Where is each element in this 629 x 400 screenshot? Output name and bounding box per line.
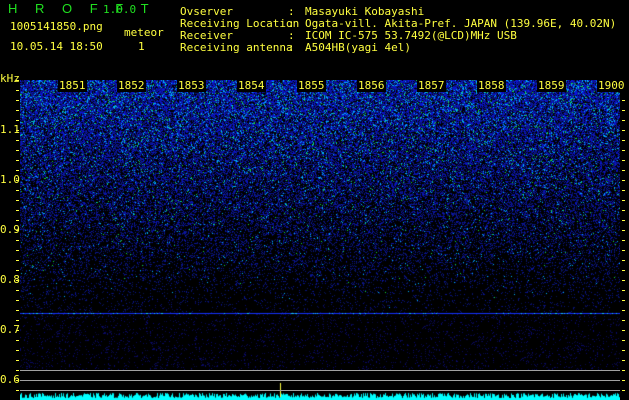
time-label: 1859	[537, 79, 566, 92]
axis-tick	[16, 310, 19, 311]
axis-tick	[16, 190, 19, 191]
axis-tick	[16, 340, 19, 341]
axis-tick	[16, 170, 19, 171]
axis-tick	[622, 150, 625, 151]
axis-tick	[622, 230, 625, 231]
axis-tick	[622, 300, 625, 301]
axis-tick	[16, 130, 19, 131]
axis-tick	[16, 290, 19, 291]
axis-tick	[16, 110, 19, 111]
axis-tick	[622, 340, 625, 341]
meteor-count: 1	[138, 40, 145, 53]
axis-tick	[16, 270, 19, 271]
axis-tick	[16, 210, 19, 211]
axis-tick	[16, 330, 19, 331]
axis-tick	[16, 140, 19, 141]
axis-tick	[16, 390, 19, 391]
axis-tick	[622, 130, 625, 131]
axis-tick	[16, 150, 19, 151]
axis-tick	[622, 380, 625, 381]
grid-line	[20, 370, 620, 371]
axis-tick	[16, 260, 19, 261]
axis-tick	[622, 310, 625, 311]
axis-tick	[16, 350, 19, 351]
axis-tick	[16, 120, 19, 121]
axis-tick	[16, 80, 19, 81]
axis-tick	[622, 240, 625, 241]
axis-tick	[622, 100, 625, 101]
time-label: 1854	[237, 79, 266, 92]
axis-tick	[16, 300, 19, 301]
axis-tick	[622, 170, 625, 171]
axis-tick	[16, 230, 19, 231]
file-name: 1005141850.png	[10, 20, 103, 33]
axis-tick	[622, 280, 625, 281]
axis-tick	[622, 140, 625, 141]
time-label: 1858	[477, 79, 506, 92]
axis-tick	[622, 330, 625, 331]
axis-tick	[16, 320, 19, 321]
axis-tick	[622, 200, 625, 201]
axis-tick	[622, 160, 625, 161]
axis-tick	[622, 190, 625, 191]
time-label: 1857	[417, 79, 446, 92]
axis-tick	[16, 240, 19, 241]
axis-tick	[16, 220, 19, 221]
axis-tick	[16, 100, 19, 101]
axis-tick	[622, 250, 625, 251]
file-datetime: 10.05.14 18:50	[10, 40, 103, 53]
time-label: 1900	[597, 79, 626, 92]
axis-tick	[16, 90, 19, 91]
axis-tick	[622, 390, 625, 391]
axis-tick	[622, 210, 625, 211]
unit-label: kHz	[0, 72, 20, 85]
time-label: 1853	[177, 79, 206, 92]
grid-line	[20, 390, 620, 391]
axis-tick	[16, 370, 19, 371]
axis-tick	[16, 180, 19, 181]
antenna-value: A504HB(yagi 4el)	[305, 41, 411, 54]
axis-tick	[622, 180, 625, 181]
axis-tick	[622, 320, 625, 321]
axis-tick	[16, 380, 19, 381]
time-label: 1856	[357, 79, 386, 92]
axis-tick	[622, 350, 625, 351]
time-label: 1855	[297, 79, 326, 92]
axis-tick	[622, 120, 625, 121]
axis-tick	[622, 370, 625, 371]
axis-tick	[622, 360, 625, 361]
axis-tick	[622, 110, 625, 111]
axis-tick	[622, 260, 625, 261]
antenna-label: Receiving antenna	[180, 41, 293, 54]
meteor-label: meteor	[124, 26, 164, 39]
app-version: 1.0.0	[103, 3, 137, 16]
spectrogram	[20, 80, 620, 400]
axis-tick	[16, 280, 19, 281]
axis-tick	[622, 270, 625, 271]
grid-line	[20, 380, 620, 381]
axis-tick	[16, 200, 19, 201]
separator: :	[288, 41, 295, 54]
axis-tick	[16, 160, 19, 161]
axis-tick	[16, 360, 19, 361]
time-label: 1851	[58, 79, 87, 92]
axis-tick	[622, 290, 625, 291]
axis-tick	[622, 220, 625, 221]
axis-tick	[16, 250, 19, 251]
time-label: 1852	[117, 79, 146, 92]
